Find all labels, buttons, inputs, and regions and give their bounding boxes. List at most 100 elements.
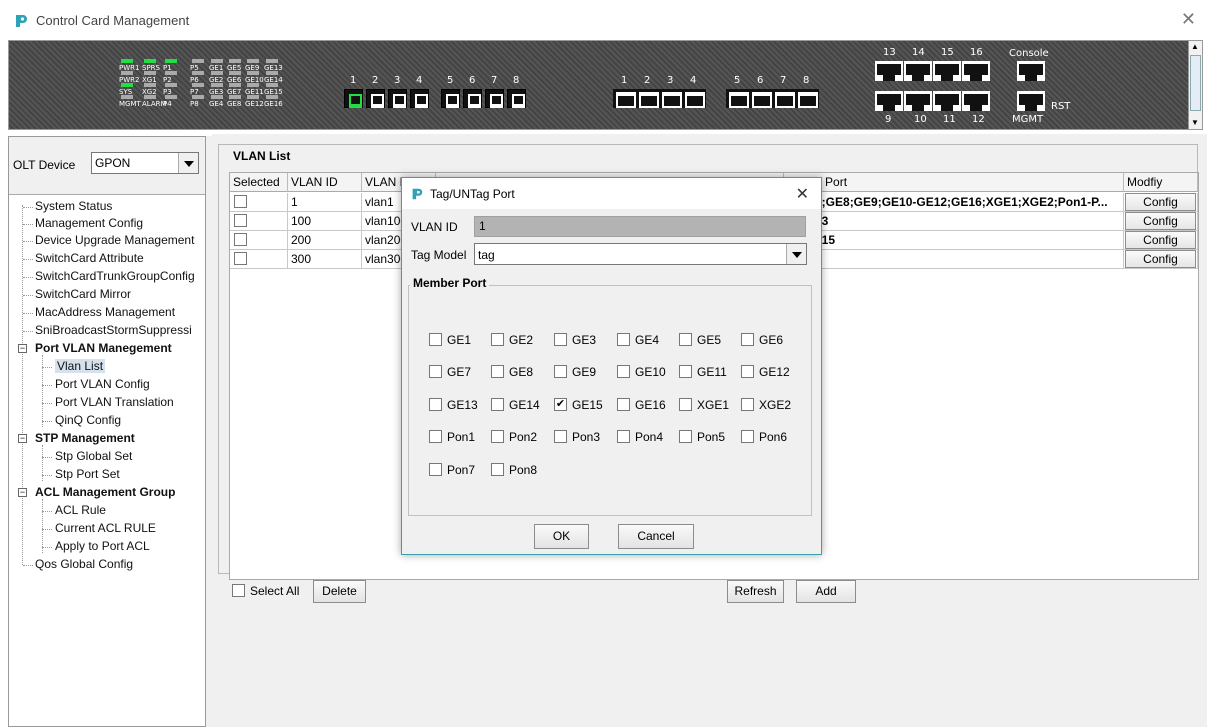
- checkbox-box[interactable]: [491, 398, 504, 411]
- sfp-port[interactable]: [441, 89, 460, 108]
- tree-item-stp-global-set[interactable]: Stp Global Set: [55, 449, 132, 463]
- sfp-port[interactable]: [388, 89, 407, 108]
- column-header[interactable]: Selected: [230, 173, 288, 192]
- sfp-port[interactable]: [366, 89, 385, 108]
- tree-item-stp-management[interactable]: STP Management: [35, 431, 135, 445]
- tree-item-switchcard-mirror[interactable]: SwitchCard Mirror: [35, 287, 131, 301]
- port-checkbox-ge1[interactable]: GE1: [429, 332, 489, 348]
- column-header[interactable]: VLAN ID: [288, 173, 362, 192]
- scroll-up-icon[interactable]: ▲: [1191, 43, 1199, 51]
- tag-model-select[interactable]: tag: [474, 243, 807, 265]
- uplink-port[interactable]: [962, 91, 990, 111]
- port-checkbox-pon4[interactable]: Pon4: [617, 429, 677, 445]
- checkbox-box[interactable]: [429, 333, 442, 346]
- checkbox-box[interactable]: [617, 430, 630, 443]
- checkbox-box[interactable]: [679, 333, 692, 346]
- uplink-port[interactable]: [875, 91, 903, 111]
- port-checkbox-ge13[interactable]: GE13: [429, 397, 489, 413]
- checkbox-box[interactable]: [617, 333, 630, 346]
- port-checkbox-ge16[interactable]: GE16: [617, 397, 677, 413]
- tree-collapse-icon[interactable]: −: [18, 344, 27, 353]
- column-header[interactable]: UnTag Port: [784, 173, 1124, 192]
- sfp-port[interactable]: [410, 89, 429, 108]
- checkbox-box[interactable]: [617, 398, 630, 411]
- port-checkbox-ge10[interactable]: GE10: [617, 364, 677, 380]
- port-checkbox-xge2[interactable]: XGE2: [741, 397, 801, 413]
- checkbox-box[interactable]: [617, 365, 630, 378]
- checkbox-box[interactable]: [741, 365, 754, 378]
- tree-item-vlan-list[interactable]: Vlan List: [55, 359, 106, 373]
- checkbox-box[interactable]: [741, 398, 754, 411]
- port-checkbox-pon3[interactable]: Pon3: [554, 429, 614, 445]
- port-checkbox-ge3[interactable]: GE3: [554, 332, 614, 348]
- tree-item-stp-port-set[interactable]: Stp Port Set: [55, 467, 120, 481]
- scroll-thumb[interactable]: [1190, 55, 1201, 111]
- ethernet-port[interactable]: [682, 89, 706, 108]
- checkbox-box[interactable]: [491, 333, 504, 346]
- tree-item-port-vlan-manegement[interactable]: Port VLAN Manegement: [35, 341, 172, 355]
- port-checkbox-ge2[interactable]: GE2: [491, 332, 551, 348]
- port-checkbox-pon8[interactable]: Pon8: [491, 462, 551, 478]
- tree-item-qinq-config[interactable]: QinQ Config: [55, 413, 121, 427]
- port-checkbox-pon1[interactable]: Pon1: [429, 429, 489, 445]
- tree-collapse-icon[interactable]: −: [18, 434, 27, 443]
- sfp-port[interactable]: [507, 89, 526, 108]
- chevron-down-icon[interactable]: [786, 244, 806, 264]
- port-checkbox-pon6[interactable]: Pon6: [741, 429, 801, 445]
- checkbox-box[interactable]: [491, 430, 504, 443]
- device-panel-scrollbar[interactable]: ▲ ▼: [1188, 41, 1202, 129]
- config-button[interactable]: Config: [1125, 250, 1196, 268]
- ethernet-port[interactable]: [659, 89, 683, 108]
- config-button[interactable]: Config: [1125, 231, 1196, 249]
- ethernet-port[interactable]: [726, 89, 750, 108]
- port-checkbox-ge8[interactable]: GE8: [491, 364, 551, 380]
- uplink-port[interactable]: [904, 61, 932, 81]
- tree-item-management-config[interactable]: Management Config: [35, 216, 143, 230]
- row-select-checkbox[interactable]: [234, 195, 247, 208]
- checkbox-box[interactable]: [679, 365, 692, 378]
- tree-item-acl-rule[interactable]: ACL Rule: [55, 503, 106, 517]
- tree-collapse-icon[interactable]: −: [18, 488, 27, 497]
- sfp-port[interactable]: [463, 89, 482, 108]
- tree-item-system-status[interactable]: System Status: [35, 199, 112, 213]
- checkbox-box[interactable]: [491, 365, 504, 378]
- checkbox-box[interactable]: [741, 430, 754, 443]
- tree-item-port-vlan-config[interactable]: Port VLAN Config: [55, 377, 150, 391]
- uplink-port[interactable]: [904, 91, 932, 111]
- tree-item-switchcardtrunkgroupconfig[interactable]: SwitchCardTrunkGroupConfig: [35, 269, 195, 283]
- select-all-checkbox[interactable]: Select All: [232, 583, 322, 599]
- port-checkbox-ge14[interactable]: GE14: [491, 397, 551, 413]
- row-select-checkbox[interactable]: [234, 214, 247, 227]
- port-checkbox-ge5[interactable]: GE5: [679, 332, 739, 348]
- checkbox-box[interactable]: [429, 463, 442, 476]
- checkbox-box[interactable]: [429, 430, 442, 443]
- ethernet-port[interactable]: [795, 89, 819, 108]
- checkbox-box[interactable]: [554, 333, 567, 346]
- port-checkbox-ge4[interactable]: GE4: [617, 332, 677, 348]
- delete-button[interactable]: Delete: [313, 580, 366, 603]
- tree-item-acl-management-group[interactable]: ACL Management Group: [35, 485, 175, 499]
- uplink-port[interactable]: [933, 61, 961, 81]
- cancel-button[interactable]: Cancel: [618, 524, 694, 549]
- port-checkbox-pon7[interactable]: Pon7: [429, 462, 489, 478]
- port-checkbox-ge9[interactable]: GE9: [554, 364, 614, 380]
- port-checkbox-pon2[interactable]: Pon2: [491, 429, 551, 445]
- console-port[interactable]: [1017, 61, 1045, 81]
- config-button[interactable]: Config: [1125, 193, 1196, 211]
- checkbox-box[interactable]: [741, 333, 754, 346]
- row-select-checkbox[interactable]: [234, 252, 247, 265]
- sfp-port[interactable]: [344, 89, 363, 108]
- add-button[interactable]: Add: [796, 580, 856, 603]
- dialog-close-icon[interactable]: ✕: [796, 184, 809, 204]
- port-checkbox-xge1[interactable]: XGE1: [679, 397, 739, 413]
- checkbox-box[interactable]: [429, 398, 442, 411]
- olt-device-select[interactable]: GPON: [91, 152, 199, 174]
- tree-item-macaddress-management[interactable]: MacAddress Management: [35, 305, 175, 319]
- checkbox-checked-icon[interactable]: ✔: [554, 398, 567, 411]
- ethernet-port[interactable]: [749, 89, 773, 108]
- refresh-button[interactable]: Refresh: [727, 580, 784, 603]
- mgmt-port[interactable]: [1017, 91, 1045, 111]
- uplink-port[interactable]: [962, 61, 990, 81]
- port-checkbox-ge11[interactable]: GE11: [679, 364, 739, 380]
- tree-item-switchcard-attribute[interactable]: SwitchCard Attribute: [35, 251, 144, 265]
